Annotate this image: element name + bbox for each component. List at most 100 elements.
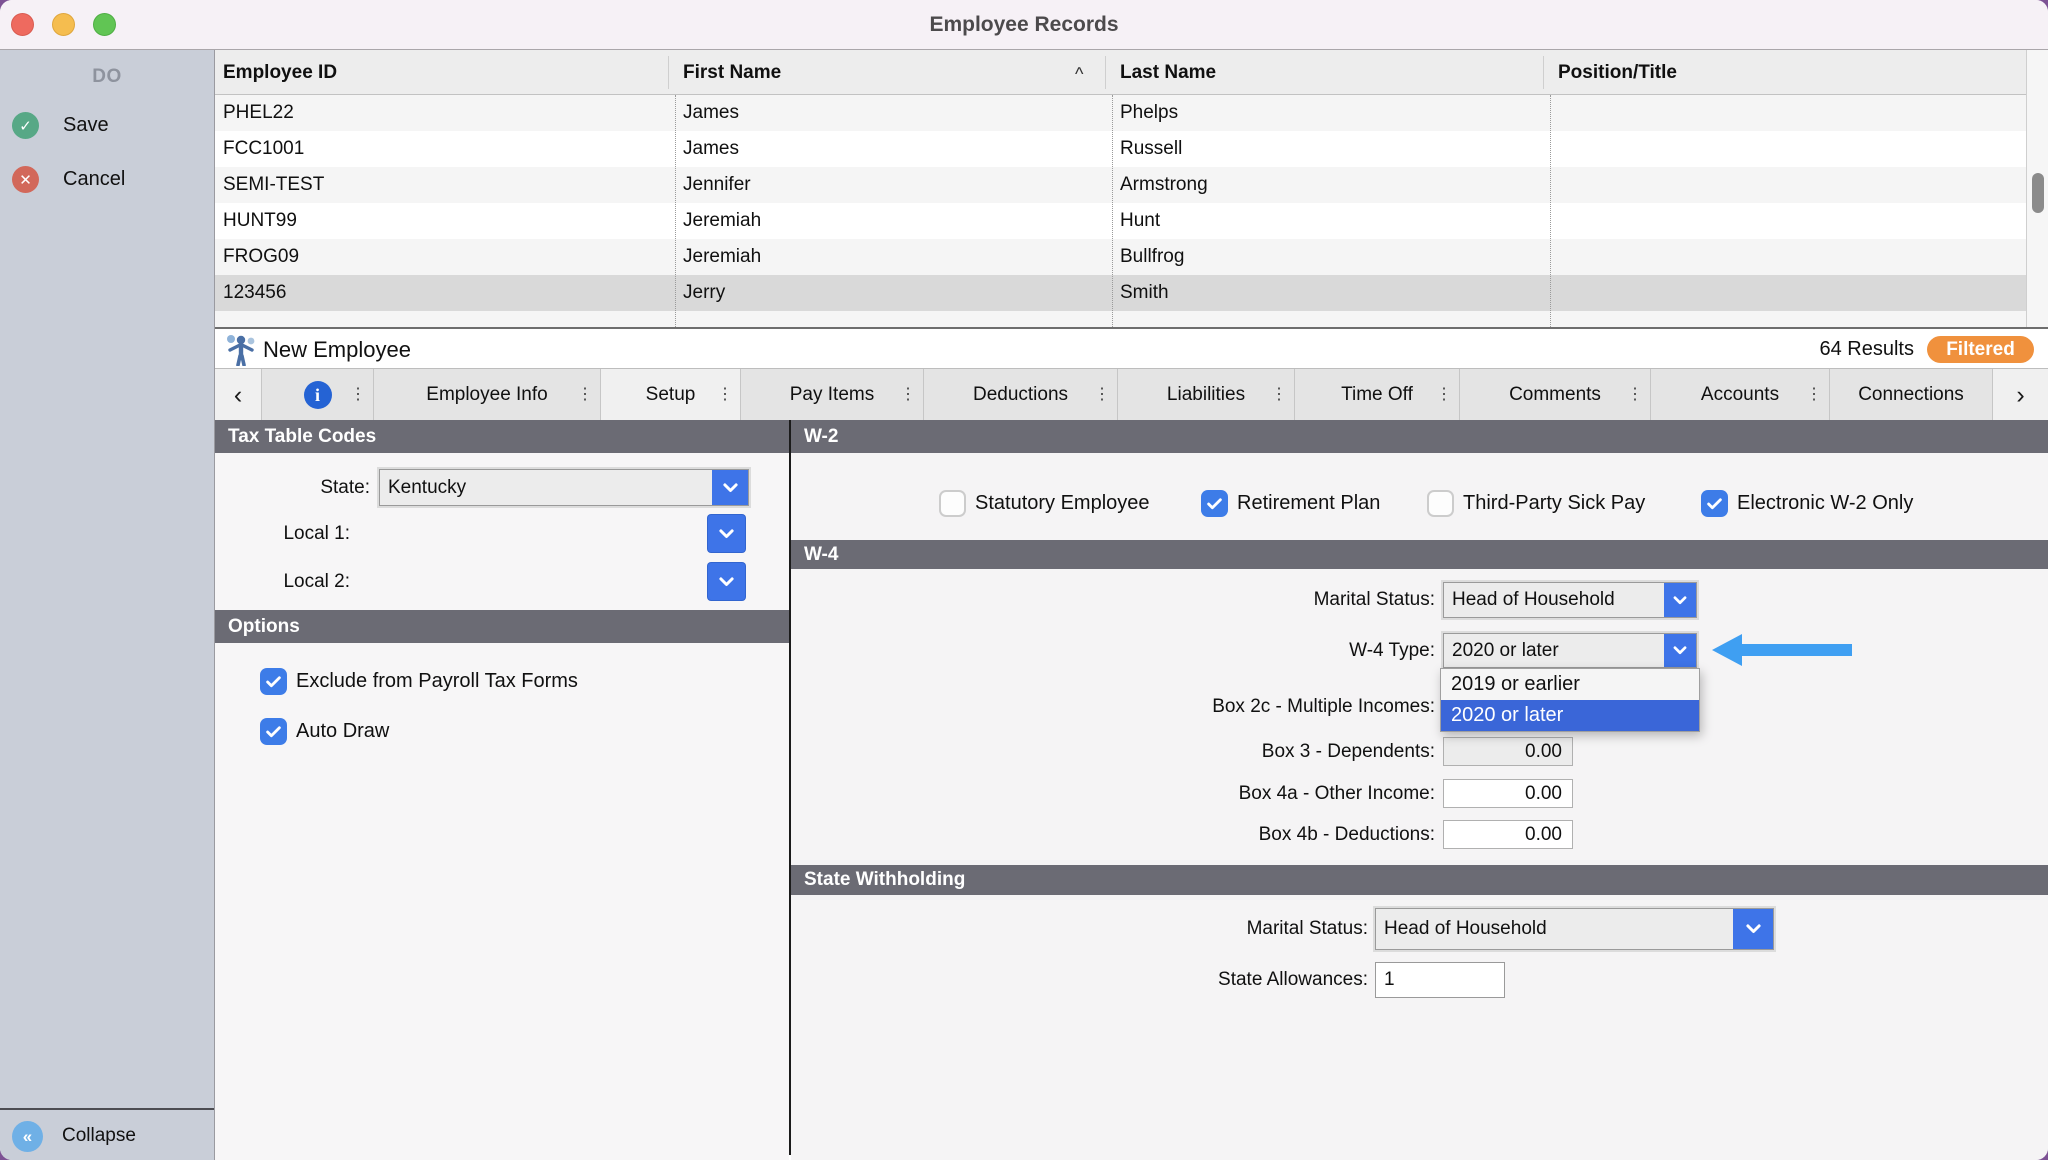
checkbox-exclude-payroll-tax-forms[interactable]: Exclude from Payroll Tax Forms <box>260 668 578 695</box>
section-header-options: Options <box>215 610 789 643</box>
table-row[interactable]: FROG09 Jeremiah Bullfrog <box>215 239 2026 275</box>
checkbox-unchecked-icon[interactable] <box>1427 490 1454 517</box>
info-icon: i <box>304 381 332 409</box>
chevron-down-icon[interactable] <box>1664 634 1696 667</box>
tabs-scroll-left-button[interactable]: ‹ <box>215 369 262 421</box>
cell-position <box>1550 131 2026 167</box>
sw-marital-status-value: Head of Household <box>1376 909 1733 949</box>
w4-box3-field[interactable]: 0.00 <box>1443 737 1573 766</box>
title-bar: Employee Records <box>0 0 2048 50</box>
cell-employee-id: SEMI-TEST <box>215 167 675 203</box>
tab-overflow-dots-icon[interactable]: ⋮ <box>900 369 916 421</box>
checkbox-electronic-w2-only[interactable]: Electronic W-2 Only <box>1701 490 1913 517</box>
tab-employee-info[interactable]: Employee Info ⋮ <box>374 369 601 421</box>
collapse-button[interactable]: Collapse <box>62 1110 136 1160</box>
cell-last-name: Phelps <box>1112 95 1550 131</box>
table-row[interactable]: PHEL22 James Phelps <box>215 95 2026 131</box>
tab-label: Pay Items <box>790 384 874 406</box>
table-row[interactable]: HUNT99 Jeremiah Hunt <box>215 203 2026 239</box>
checkbox-checked-icon[interactable] <box>1201 490 1228 517</box>
tab-overflow-dots-icon[interactable]: ⋮ <box>1436 369 1452 421</box>
checkbox-retirement-plan[interactable]: Retirement Plan <box>1201 490 1380 517</box>
scrollbar-thumb[interactable] <box>2032 173 2044 213</box>
cell-position <box>1550 239 2026 275</box>
tab-overflow-dots-icon[interactable]: ⋮ <box>1094 369 1110 421</box>
checkbox-label: Electronic W-2 Only <box>1737 492 1913 515</box>
tab-overflow-dots-icon[interactable]: ⋮ <box>1627 369 1643 421</box>
tab-comments[interactable]: Comments ⋮ <box>1460 369 1651 421</box>
tab-connections[interactable]: Connections <box>1830 369 1993 421</box>
checkbox-checked-icon[interactable] <box>260 718 287 745</box>
withholding-panel: W-2 Statutory Employee Retirement Plan T… <box>791 420 2048 1160</box>
cell-position <box>1550 167 2026 203</box>
w4-type-combobox[interactable]: 2020 or later <box>1443 633 1697 668</box>
chevron-down-icon[interactable] <box>1733 909 1773 949</box>
dropdown-option-2020-or-later[interactable]: 2020 or later <box>1441 700 1699 731</box>
tab-setup[interactable]: Setup ⋮ <box>601 369 741 421</box>
table-row[interactable]: FCC1001 James Russell <box>215 131 2026 167</box>
tab-overflow-dots-icon[interactable]: ⋮ <box>1271 369 1287 421</box>
cell-position <box>1550 203 2026 239</box>
sw-marital-status-combobox[interactable]: Head of Household <box>1375 908 1774 950</box>
checkbox-checked-icon[interactable] <box>1701 490 1728 517</box>
w4-box2c-label: Box 2c - Multiple Incomes: <box>791 694 1435 720</box>
w4-box4a-field[interactable]: 0.00 <box>1443 779 1573 808</box>
section-header-w4: W-4 <box>791 540 2048 569</box>
cancel-label: Cancel <box>63 168 125 191</box>
local1-dropdown-button[interactable] <box>708 515 745 552</box>
sidebar-footer: « Collapse <box>0 1108 214 1160</box>
section-header-w2: W-2 <box>791 420 2048 453</box>
table-row[interactable]: SEMI-TEST Jennifer Armstrong <box>215 167 2026 203</box>
chevron-down-icon[interactable] <box>1664 583 1696 617</box>
checkbox-checked-icon[interactable] <box>260 668 287 695</box>
save-button[interactable]: ✓ Save <box>12 112 109 139</box>
tab-info[interactable]: i ⋮ <box>262 369 374 421</box>
cancel-button[interactable]: ✕ Cancel <box>12 166 125 193</box>
column-header-employee-id[interactable]: Employee ID <box>215 50 667 95</box>
table-scrollbar[interactable] <box>2026 50 2048 327</box>
column-header-last-name[interactable]: Last Name <box>1112 50 1542 95</box>
tab-time-off[interactable]: Time Off ⋮ <box>1295 369 1460 421</box>
tab-overflow-dots-icon[interactable]: ⋮ <box>717 369 733 421</box>
cell-position <box>1550 275 2026 311</box>
column-separator <box>1550 95 1551 327</box>
local2-label: Local 2: <box>215 563 350 600</box>
header-separator[interactable] <box>668 56 669 89</box>
cell-employee-id: 123456 <box>215 275 675 311</box>
checkbox-auto-draw[interactable]: Auto Draw <box>260 718 389 745</box>
w4-type-label: W-4 Type: <box>791 633 1435 668</box>
header-separator[interactable] <box>1543 56 1544 89</box>
filtered-badge[interactable]: Filtered <box>1927 336 2034 363</box>
collapse-chevrons-icon[interactable]: « <box>12 1121 43 1152</box>
tab-deductions[interactable]: Deductions ⋮ <box>924 369 1118 421</box>
tab-overflow-dots-icon[interactable]: ⋮ <box>1806 369 1822 421</box>
section-header-state-withholding: State Withholding <box>791 865 2048 895</box>
cell-last-name: Russell <box>1112 131 1550 167</box>
w4-marital-status-combobox[interactable]: Head of Household <box>1443 582 1697 618</box>
table-row-selected[interactable]: 123456 Jerry Smith <box>215 275 2026 311</box>
dropdown-option-2019-or-earlier[interactable]: 2019 or earlier <box>1441 669 1699 700</box>
checkbox-third-party-sick-pay[interactable]: Third-Party Sick Pay <box>1427 490 1645 517</box>
tab-overflow-dots-icon[interactable]: ⋮ <box>577 369 593 421</box>
tab-pay-items[interactable]: Pay Items ⋮ <box>741 369 924 421</box>
w4-marital-status-value: Head of Household <box>1444 583 1664 617</box>
tabs-scroll-right-button[interactable]: › <box>1993 369 2048 421</box>
column-header-position-title[interactable]: Position/Title <box>1550 50 2020 95</box>
w4-box4b-field[interactable]: 0.00 <box>1443 820 1573 849</box>
cell-employee-id: PHEL22 <box>215 95 675 131</box>
tab-label: Comments <box>1509 384 1601 406</box>
tab-accounts[interactable]: Accounts ⋮ <box>1651 369 1830 421</box>
column-header-first-name[interactable]: First Name <box>675 50 1075 95</box>
sw-allowances-field[interactable]: 1 <box>1375 962 1505 998</box>
checkbox-statutory-employee[interactable]: Statutory Employee <box>939 490 1150 517</box>
header-separator[interactable] <box>1105 56 1106 89</box>
checkbox-label: Retirement Plan <box>1237 492 1380 515</box>
tab-liabilities[interactable]: Liabilities ⋮ <box>1118 369 1295 421</box>
state-combobox[interactable]: Kentucky <box>379 469 749 506</box>
tab-overflow-dots-icon[interactable]: ⋮ <box>350 369 366 421</box>
chevron-down-icon[interactable] <box>712 470 748 505</box>
checkbox-unchecked-icon[interactable] <box>939 490 966 517</box>
w4-box4b-value: 0.00 <box>1444 824 1572 846</box>
cell-last-name: Bullfrog <box>1112 239 1550 275</box>
local2-dropdown-button[interactable] <box>708 563 745 600</box>
